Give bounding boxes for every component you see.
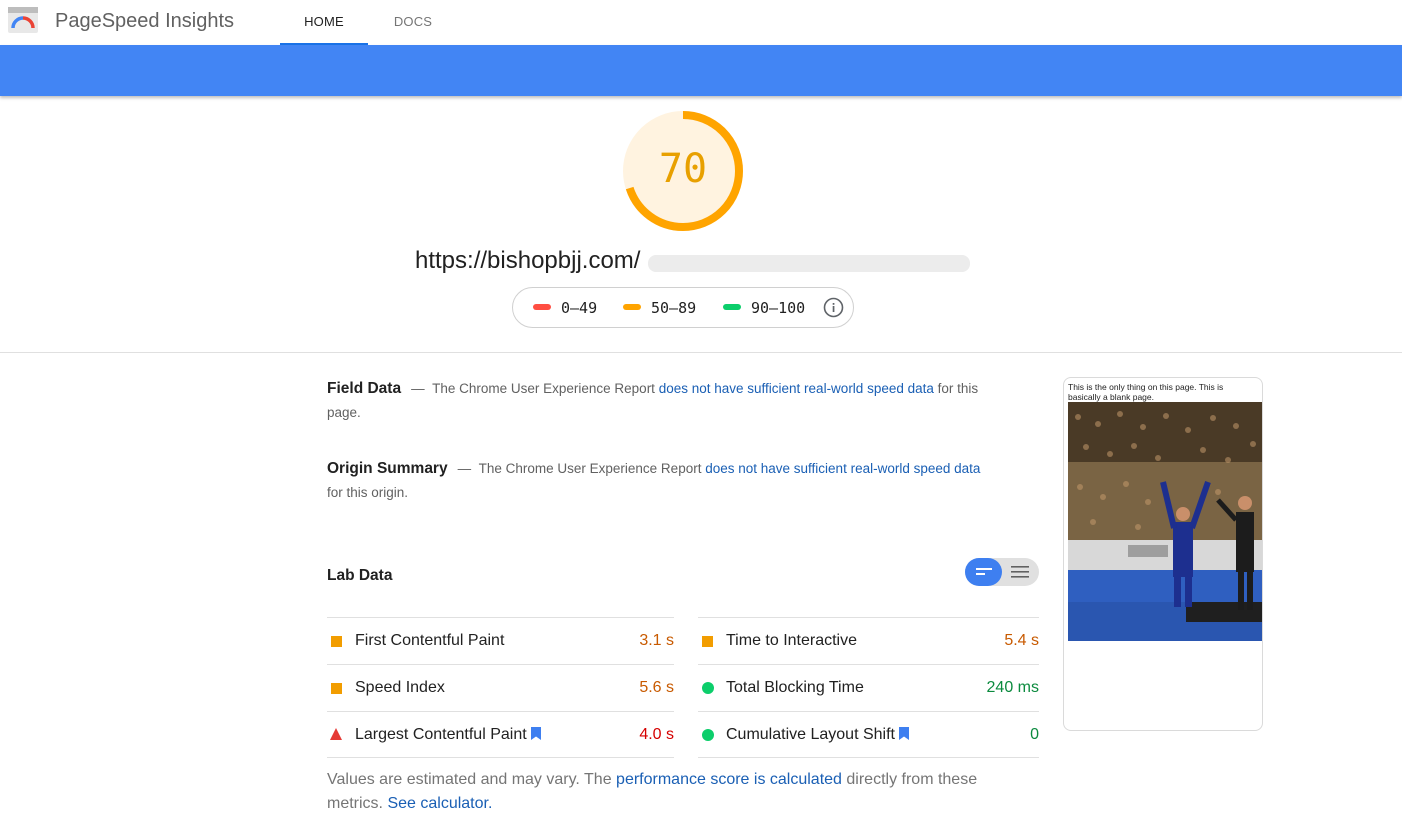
bookmark-icon — [530, 727, 541, 740]
bar-view-icon[interactable] — [976, 565, 992, 579]
metric-value: 3.1 s — [639, 632, 674, 649]
metric-label: Speed Index — [355, 679, 445, 696]
legend-pass: 90–100 — [723, 299, 805, 317]
field-data-dash: — — [411, 381, 425, 396]
legend-fail-swatch — [533, 303, 551, 310]
header-band — [0, 45, 1402, 96]
metric-value: 240 ms — [986, 679, 1039, 696]
field-data-link[interactable]: does not have sufficient real-world spee… — [659, 381, 934, 396]
legend-fail-label: 0–49 — [561, 299, 598, 317]
metric-first-contentful-paint: First Contentful Paint 3.1 s — [327, 617, 674, 664]
legend-average-swatch — [623, 303, 641, 310]
field-data-text: The Chrome User Experience Report — [432, 381, 655, 396]
metric-label: First Contentful Paint — [355, 632, 505, 649]
metric-largest-contentful-paint: Largest Contentful Paint 4.0 s — [327, 711, 674, 758]
origin-summary-heading: Origin Summary — [327, 460, 448, 477]
metric-value: 5.4 s — [1004, 632, 1039, 649]
lab-data-heading: Lab Data — [327, 567, 393, 584]
metrics-column-right: Time to Interactive 5.4 s Total Blocking… — [698, 617, 1039, 758]
metric-value: 0 — [1030, 726, 1039, 743]
analyzed-url: https://bishopbjj.com/ — [415, 247, 641, 274]
average-square-icon — [702, 636, 713, 647]
metric-label: Largest Contentful Paint — [355, 726, 527, 743]
metric-speed-index: Speed Index 5.6 s — [327, 664, 674, 711]
metric-value: 4.0 s — [639, 726, 674, 743]
legend-average-label: 50–89 — [651, 299, 697, 317]
field-data-heading: Field Data — [327, 380, 402, 397]
final-screenshot: This is the only thing on this page. Thi… — [1063, 377, 1263, 731]
score-calculation-link[interactable]: performance score is calculated — [616, 771, 842, 788]
list-view-icon[interactable] — [1011, 565, 1029, 579]
metric-label: Total Blocking Time — [726, 679, 864, 696]
tab-home[interactable]: HOME — [280, 0, 368, 45]
metrics-column-left: First Contentful Paint 3.1 s Speed Index… — [327, 617, 674, 758]
metric-cumulative-layout-shift: Cumulative Layout Shift 0 — [698, 711, 1039, 758]
metric-label-wrapper: Largest Contentful Paint — [355, 726, 541, 744]
legend-pass-label: 90–100 — [751, 299, 806, 317]
metric-label-wrapper: Cumulative Layout Shift — [726, 726, 909, 744]
metric-label: Cumulative Layout Shift — [726, 726, 895, 743]
pass-circle-icon — [702, 729, 714, 741]
see-calculator-link[interactable]: See calculator. — [387, 795, 492, 812]
info-icon[interactable] — [823, 297, 844, 318]
section-divider — [0, 352, 1402, 353]
url-redaction — [648, 255, 970, 272]
fail-triangle-icon — [330, 728, 342, 740]
score-legend: 0–49 50–89 90–100 — [512, 287, 854, 328]
origin-summary-text-after: for this origin. — [327, 485, 409, 500]
metric-time-to-interactive: Time to Interactive 5.4 s — [698, 617, 1039, 664]
metric-total-blocking-time: Total Blocking Time 240 ms — [698, 664, 1039, 711]
metric-label: Time to Interactive — [726, 632, 858, 649]
legend-fail: 0–49 — [533, 299, 597, 317]
performance-score: 70 — [658, 146, 708, 192]
origin-summary-section: Origin Summary — The Chrome User Experien… — [327, 457, 987, 505]
legend-average: 50–89 — [623, 299, 696, 317]
top-app-bar: PageSpeed Insights HOME DOCS — [0, 0, 1402, 45]
bookmark-icon — [898, 727, 909, 740]
origin-summary-text: The Chrome User Experience Report — [478, 461, 702, 476]
pass-circle-icon — [702, 682, 714, 694]
origin-summary-dash: — — [457, 461, 472, 476]
pagespeed-logo-icon[interactable] — [8, 7, 38, 33]
tab-docs[interactable]: DOCS — [375, 0, 451, 45]
metrics-view-toggle[interactable] — [965, 558, 1039, 586]
field-data-section: Field Data — The Chrome User Experience R… — [327, 377, 987, 425]
legend-pass-swatch — [723, 303, 741, 310]
metric-value: 5.6 s — [639, 679, 674, 696]
screenshot-caption: This is the only thing on this page. Thi… — [1068, 382, 1224, 402]
app-title[interactable]: PageSpeed Insights — [55, 10, 234, 33]
average-square-icon — [331, 683, 342, 694]
origin-summary-link[interactable]: does not have sufficient real-world spee… — [705, 461, 980, 476]
average-square-icon — [331, 636, 342, 647]
footnote-text: Values are estimated and may vary. The — [327, 771, 612, 788]
screenshot-photo — [1068, 402, 1262, 641]
metrics-footnote: Values are estimated and may vary. The p… — [327, 768, 1027, 816]
